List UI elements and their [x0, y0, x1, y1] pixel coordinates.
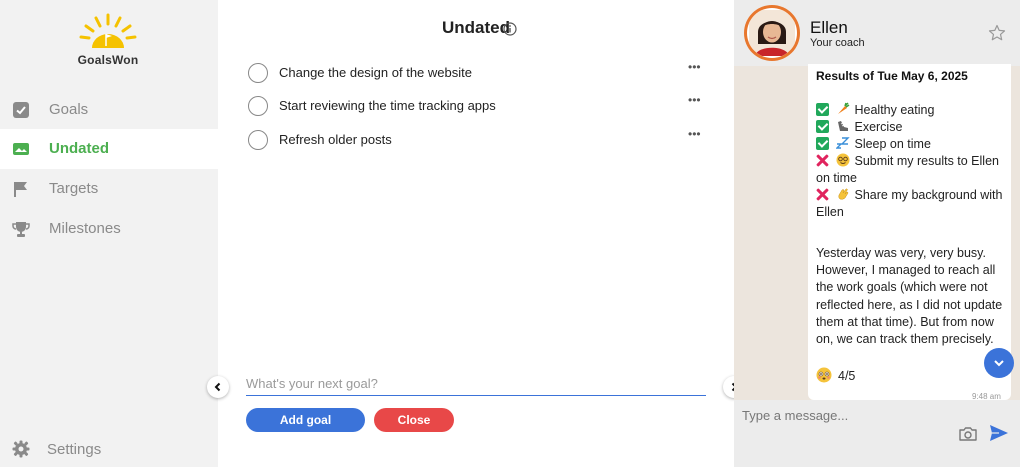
check-mark-icon [816, 103, 829, 116]
goalswon-logo[interactable]: GoalsWon [76, 12, 140, 67]
carrot-emoji-icon [836, 102, 850, 116]
send-icon[interactable] [989, 424, 1009, 442]
chat-message-bubble: Results of Tue May 6, 2025 Healthy eatin… [808, 64, 1011, 400]
goal-text[interactable]: Change the design of the website [279, 65, 472, 80]
message-title: Results of Tue May 6, 2025 [816, 69, 968, 83]
brand-name: GoalsWon [77, 53, 139, 67]
coach-avatar[interactable] [744, 5, 800, 61]
goal-text[interactable]: Refresh older posts [279, 132, 392, 147]
cross-mark-icon [816, 154, 829, 167]
star-icon[interactable] [988, 24, 1006, 42]
result-text: Sleep on time [854, 137, 931, 151]
new-goal-input[interactable] [246, 372, 706, 394]
coach-name: Ellen [810, 18, 848, 37]
check-box-icon [12, 101, 30, 119]
page-title: Undated [442, 18, 510, 37]
message-paragraph: Yesterday was very, very busy. However, … [816, 246, 1003, 347]
flag-icon [12, 180, 30, 198]
waving-hand-emoji-icon [836, 187, 850, 201]
goal-input-wrapper [246, 372, 706, 396]
sun-logo-icon [79, 13, 137, 48]
chat-panel: Ellen Your coach Results of Tue May 6, 2… [734, 0, 1020, 467]
coach-photo-icon [749, 10, 795, 56]
nerd-face-emoji-icon [836, 153, 850, 167]
result-text: Exercise [854, 120, 903, 134]
trophy-icon [12, 220, 30, 238]
main-panel: Undated Change the design of the website… [218, 0, 734, 467]
sidebar-item-label: Goals [49, 101, 89, 118]
sidebar-item-label: Milestones [49, 220, 121, 237]
check-mark-icon [816, 120, 829, 133]
shoe-emoji-icon [836, 119, 850, 133]
result-item: Sleep on time [816, 136, 1006, 153]
sidebar-item-settings[interactable]: Settings [0, 437, 218, 463]
info-icon[interactable] [503, 22, 517, 36]
sidebar-item-label: Targets [49, 180, 99, 197]
message-rating: 4/5 [816, 367, 855, 383]
gear-icon [12, 440, 30, 458]
zzz-emoji-icon [835, 136, 851, 150]
sidebar-item-targets[interactable]: Targets [0, 169, 218, 209]
close-button[interactable]: Close [374, 408, 454, 432]
add-goal-button[interactable]: Add goal [246, 408, 365, 432]
message-timestamp: 9:48 am [972, 392, 1001, 400]
chevron-down-icon [994, 360, 1004, 367]
result-item: Share my background with Ellen [816, 187, 1006, 221]
sidebar-item-label: Undated [49, 140, 109, 157]
sidebar-item-undated[interactable]: Undated [0, 129, 218, 169]
inbox-icon [12, 140, 30, 158]
sidebar: GoalsWon Goals Undated Targets Milestone [0, 0, 218, 467]
result-item: Exercise [816, 119, 1006, 136]
chevron-left-icon [214, 382, 221, 392]
more-options-icon[interactable]: ••• [688, 61, 702, 76]
result-text: Healthy eating [854, 103, 935, 117]
scroll-down-button[interactable] [984, 348, 1014, 378]
message-input[interactable] [742, 406, 942, 424]
goal-checkbox[interactable] [248, 96, 268, 116]
collapse-left-button[interactable] [207, 376, 229, 398]
flushed-face-emoji-icon [816, 367, 832, 383]
check-mark-icon [816, 137, 829, 150]
result-item: Healthy eating [816, 102, 1006, 119]
goal-row: Refresh older posts ••• [248, 127, 708, 153]
coach-role: Your coach [810, 37, 865, 49]
cross-mark-icon [816, 188, 829, 201]
sidebar-item-goals[interactable]: Goals [0, 90, 218, 130]
goal-checkbox[interactable] [248, 130, 268, 150]
app-window: GoalsWon Goals Undated Targets Milestone [0, 0, 1020, 467]
chat-footer [734, 400, 1020, 467]
chat-header: Ellen Your coach [734, 0, 1020, 66]
result-item: Submit my results to Ellen on time [816, 153, 1006, 187]
goal-checkbox[interactable] [248, 63, 268, 83]
rating-value: 4/5 [838, 369, 856, 383]
goal-text[interactable]: Start reviewing the time tracking apps [279, 98, 496, 113]
more-options-icon[interactable]: ••• [688, 128, 702, 143]
goal-row: Start reviewing the time tracking apps •… [248, 93, 708, 119]
camera-icon[interactable] [958, 426, 978, 442]
goal-row: Change the design of the website ••• [248, 60, 708, 86]
settings-label: Settings [47, 441, 102, 458]
sidebar-item-milestones[interactable]: Milestones [0, 209, 218, 249]
more-options-icon[interactable]: ••• [688, 94, 702, 109]
